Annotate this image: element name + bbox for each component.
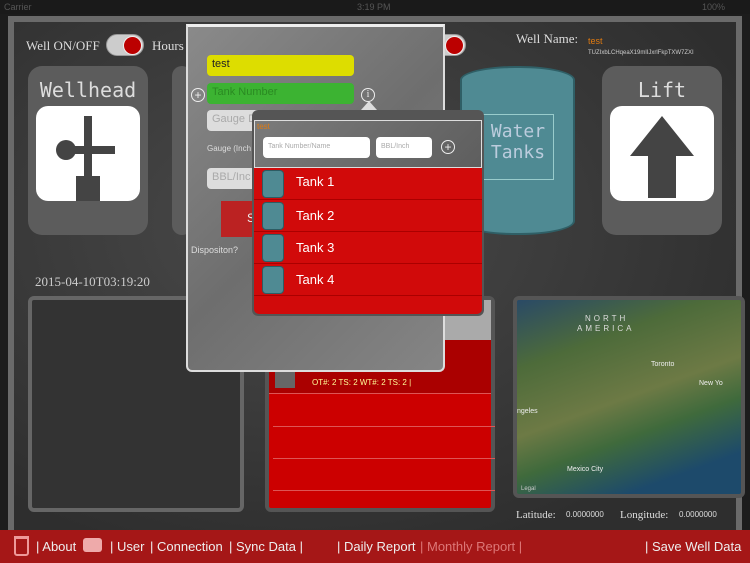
water-tanks-line2: Tanks [490, 142, 546, 163]
latitude-value: 0.0000000 [566, 510, 604, 519]
gauge-label: Gauge (Inch [207, 144, 252, 153]
timestamp: 2015-04-10T03:19:20 [35, 274, 150, 289]
tank-name-input[interactable]: Tank Number/Name [263, 137, 370, 158]
tank-number-field[interactable]: Tank Number [207, 83, 354, 104]
lift-title: Lift [637, 78, 687, 102]
well-name-label: Well Name: [516, 31, 579, 46]
map[interactable]: NORTH AMERICA Toronto New Yo ngeles Mexi… [513, 296, 745, 498]
well-toggle[interactable] [106, 34, 144, 56]
map-legal-link[interactable]: Legal [521, 486, 536, 492]
water-tank-icon [262, 234, 284, 262]
well-id: TUZIxbLCHqeaX19mlIJxrlFkpTXW7ZXI [588, 50, 694, 56]
daily-report-button[interactable]: | Daily Report [337, 539, 416, 554]
lift-arrow-icon [610, 106, 714, 201]
save-well-data-button[interactable]: | Save Well Data [645, 539, 741, 554]
name-field[interactable]: test [207, 55, 354, 76]
latitude-label: Latitude: [516, 509, 556, 521]
map-label: Mexico City [567, 466, 604, 473]
well-name: test [588, 36, 603, 46]
monthly-report-button[interactable]: | Monthly Report | [420, 539, 522, 554]
tank-name: Tank 2 [296, 208, 335, 223]
about-button[interactable]: | About [36, 539, 76, 554]
info-icon[interactable]: i [361, 88, 375, 102]
disposition-label: Dispositon? [191, 245, 239, 255]
water-tank-icon [262, 266, 284, 294]
user-button[interactable]: | User [110, 539, 144, 554]
map-label: NORTH [585, 314, 629, 323]
tank-name: Tank 1 [296, 174, 335, 189]
longitude-value: 0.0000000 [679, 510, 717, 519]
clock: 3:19 PM [357, 2, 391, 12]
popover-arrow [361, 101, 377, 110]
trash-icon[interactable] [14, 536, 29, 556]
camera-icon[interactable] [83, 538, 102, 552]
battery: 100% [702, 2, 726, 12]
map-label: Toronto [651, 361, 675, 368]
wellhead-icon [36, 106, 140, 201]
tank-row[interactable]: Tank 1 [254, 168, 482, 200]
tank-row[interactable]: Tank 2 [254, 200, 482, 232]
tank-row[interactable]: Tank 3 [254, 232, 482, 264]
wellhead-title: Wellhead [39, 78, 137, 102]
longitude-label: Longitude: [620, 509, 669, 521]
water-tank-icon [262, 202, 284, 230]
add-icon[interactable]: + [191, 88, 205, 102]
well-toggle-label: Well ON/OFF [26, 38, 100, 53]
hours-label: Hours [152, 38, 184, 53]
status-bar: Carrier 3:19 PM 100% [0, 0, 750, 14]
wellhead-tile[interactable]: Wellhead [28, 66, 148, 235]
tank-name: Tank 4 [296, 272, 335, 287]
tank-list: Tank 1 Tank 2 Tank 3 Tank 4 [254, 168, 482, 314]
map-label: ngeles [517, 408, 538, 415]
map-label: New Yo [699, 380, 723, 387]
add-tank-icon[interactable]: + [441, 140, 455, 154]
sync-data-button[interactable]: | Sync Data | [229, 539, 303, 554]
tank-row[interactable]: Tank 4 [254, 264, 482, 296]
carrier: Carrier [4, 2, 32, 12]
tank-list-popover: test Tank Number/Name BBL/Inch + Tank 1 … [252, 110, 484, 316]
middle-row-text: OT#: 2 TS: 2 WT#: 2 TS: 2 | [312, 378, 412, 387]
water-tank-icon [262, 170, 284, 198]
tank-name: Tank 3 [296, 240, 335, 255]
lift-tile[interactable]: Lift [602, 66, 722, 235]
connection-button[interactable]: | Connection [150, 539, 223, 554]
map-label: AMERICA [577, 324, 635, 333]
bottom-toolbar: | About | User | Connection | Sync Data … [0, 530, 750, 563]
tank-bbl-input[interactable]: BBL/Inch [376, 137, 432, 158]
water-tanks-line1: Water [490, 121, 546, 142]
tank-popover-title: test [257, 122, 270, 131]
